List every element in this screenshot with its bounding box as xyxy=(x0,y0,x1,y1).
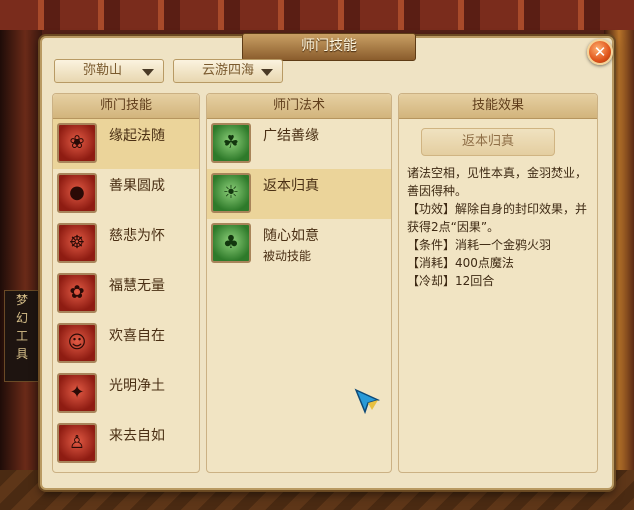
left-pillar xyxy=(0,30,42,510)
spell-row[interactable]: ☀ 返本归真 xyxy=(207,169,391,219)
flame-icon-glyph: ✦ xyxy=(69,382,85,403)
effect-skill-name: 返本归真 xyxy=(421,128,555,156)
effect-cooldown: 【冷却】12回合 xyxy=(407,274,495,288)
school-dropdown-value: 弥勒山 xyxy=(83,63,123,78)
flower-icon-glyph: ✿ xyxy=(69,282,85,303)
school-skills-panel: 师门技能 ❀ 缘起法随 ● 善果圆成 ☸ 慈悲为怀 ✿ 福慧无量 ☺ 欢喜自在 ✦ 光明净土 ♙ 来去自如 xyxy=(52,93,200,473)
buddha-icon-glyph: ☺ xyxy=(67,332,87,353)
effect-description-block: 诸法空相，见性本真，金羽焚业，善因得种。 【功效】解除自身的封印效果，并获得2点… xyxy=(407,164,591,290)
figures-icon[interactable]: ☘ xyxy=(211,123,251,163)
effect-function: 【功效】解除自身的封印效果，并获得2点“因果”。 xyxy=(407,202,588,234)
ceiling-beam xyxy=(0,0,634,30)
monk-icon-glyph: ♙ xyxy=(68,432,86,453)
school-spells-list: ☘ 广结善缘 ☀ 返本归真 ♣ 随心如意被动技能 xyxy=(207,119,391,269)
skill-effect-header: 技能效果 xyxy=(399,94,597,119)
flame-icon[interactable]: ✦ xyxy=(57,373,97,413)
effect-cost: 【消耗】400点魔法 xyxy=(407,256,514,270)
skill-row[interactable]: ✦ 光明净土 xyxy=(53,369,199,419)
skill-row[interactable]: ♙ 来去自如 xyxy=(53,419,199,469)
school-skills-header: 师门技能 xyxy=(53,94,199,119)
skill-label: 光明净土 xyxy=(109,378,165,394)
skill-row[interactable]: ☺ 欢喜自在 xyxy=(53,319,199,369)
school-spells-panel: 师门法术 ☘ 广结善缘 ☀ 返本归真 ♣ 随心如意被动技能 xyxy=(206,93,392,473)
tree-icon[interactable]: ♣ xyxy=(211,223,251,263)
hands-icon-glyph: ☸ xyxy=(68,232,86,253)
tree-icon-glyph: ♣ xyxy=(222,232,240,253)
cursor-gem-icon xyxy=(354,388,380,414)
figures-icon-glyph: ☘ xyxy=(222,132,240,153)
fruit-icon-glyph: ● xyxy=(69,182,85,203)
spell-subtitle: 被动技能 xyxy=(263,249,312,263)
mode-dropdown-value: 云游四海 xyxy=(202,63,255,78)
skill-label: 善果圆成 xyxy=(109,178,165,194)
spell-label: 随心如意 xyxy=(263,228,319,244)
skill-label: 福慧无量 xyxy=(109,278,165,294)
lotus-figure-icon[interactable]: ❀ xyxy=(57,123,97,163)
hands-icon[interactable]: ☸ xyxy=(57,223,97,263)
monk-icon[interactable]: ♙ xyxy=(57,423,97,463)
side-tool-banner[interactable]: 梦 幻 工 具 xyxy=(4,290,40,382)
school-skills-list: ❀ 缘起法随 ● 善果圆成 ☸ 慈悲为怀 ✿ 福慧无量 ☺ 欢喜自在 ✦ 光明净土 ♙ 来去自如 xyxy=(53,119,199,469)
flower-icon[interactable]: ✿ xyxy=(57,273,97,313)
chevron-down-icon xyxy=(261,69,273,76)
skill-row[interactable]: ☸ 慈悲为怀 xyxy=(53,219,199,269)
mode-dropdown[interactable]: 云游四海 xyxy=(173,59,283,83)
sun-figure-icon-glyph: ☀ xyxy=(222,182,240,203)
skill-effect-panel: 技能效果 返本归真 诸法空相，见性本真，金羽焚业，善因得种。 【功效】解除自身的… xyxy=(398,93,598,473)
chevron-down-icon xyxy=(142,69,154,76)
effect-condition: 【条件】消耗一个金鸦火羽 xyxy=(407,238,552,252)
skill-label: 来去自如 xyxy=(109,428,165,444)
skill-row[interactable]: ✿ 福慧无量 xyxy=(53,269,199,319)
buddha-icon[interactable]: ☺ xyxy=(57,323,97,363)
spell-row[interactable]: ☘ 广结善缘 xyxy=(207,119,391,169)
spell-label: 返本归真 xyxy=(263,178,319,194)
school-spells-header: 师门法术 xyxy=(207,94,391,119)
spell-label: 广结善缘 xyxy=(263,128,319,144)
skill-label: 缘起法随 xyxy=(109,128,165,144)
fruit-icon[interactable]: ● xyxy=(57,173,97,213)
skill-label: 欢喜自在 xyxy=(109,328,165,344)
spell-row[interactable]: ♣ 随心如意被动技能 xyxy=(207,219,391,269)
lotus-figure-icon-glyph: ❀ xyxy=(69,132,85,153)
skill-label: 慈悲为怀 xyxy=(109,228,165,244)
school-skills-window: 师门技能 ✕ 弥勒山 云游四海 师门技能 ❀ 缘起法随 ● 善果圆成 ☸ 慈悲为怀 ✿ 福慧无… xyxy=(40,33,614,490)
effect-description: 诸法空相，见性本真，金羽焚业，善因得种。 xyxy=(407,166,588,198)
window-title: 师门技能 xyxy=(242,33,416,61)
skill-row[interactable]: ● 善果圆成 xyxy=(53,169,199,219)
sun-figure-icon[interactable]: ☀ xyxy=(211,173,251,213)
close-button[interactable]: ✕ xyxy=(587,39,613,65)
school-dropdown[interactable]: 弥勒山 xyxy=(54,59,164,83)
skill-row[interactable]: ❀ 缘起法随 xyxy=(53,119,199,169)
